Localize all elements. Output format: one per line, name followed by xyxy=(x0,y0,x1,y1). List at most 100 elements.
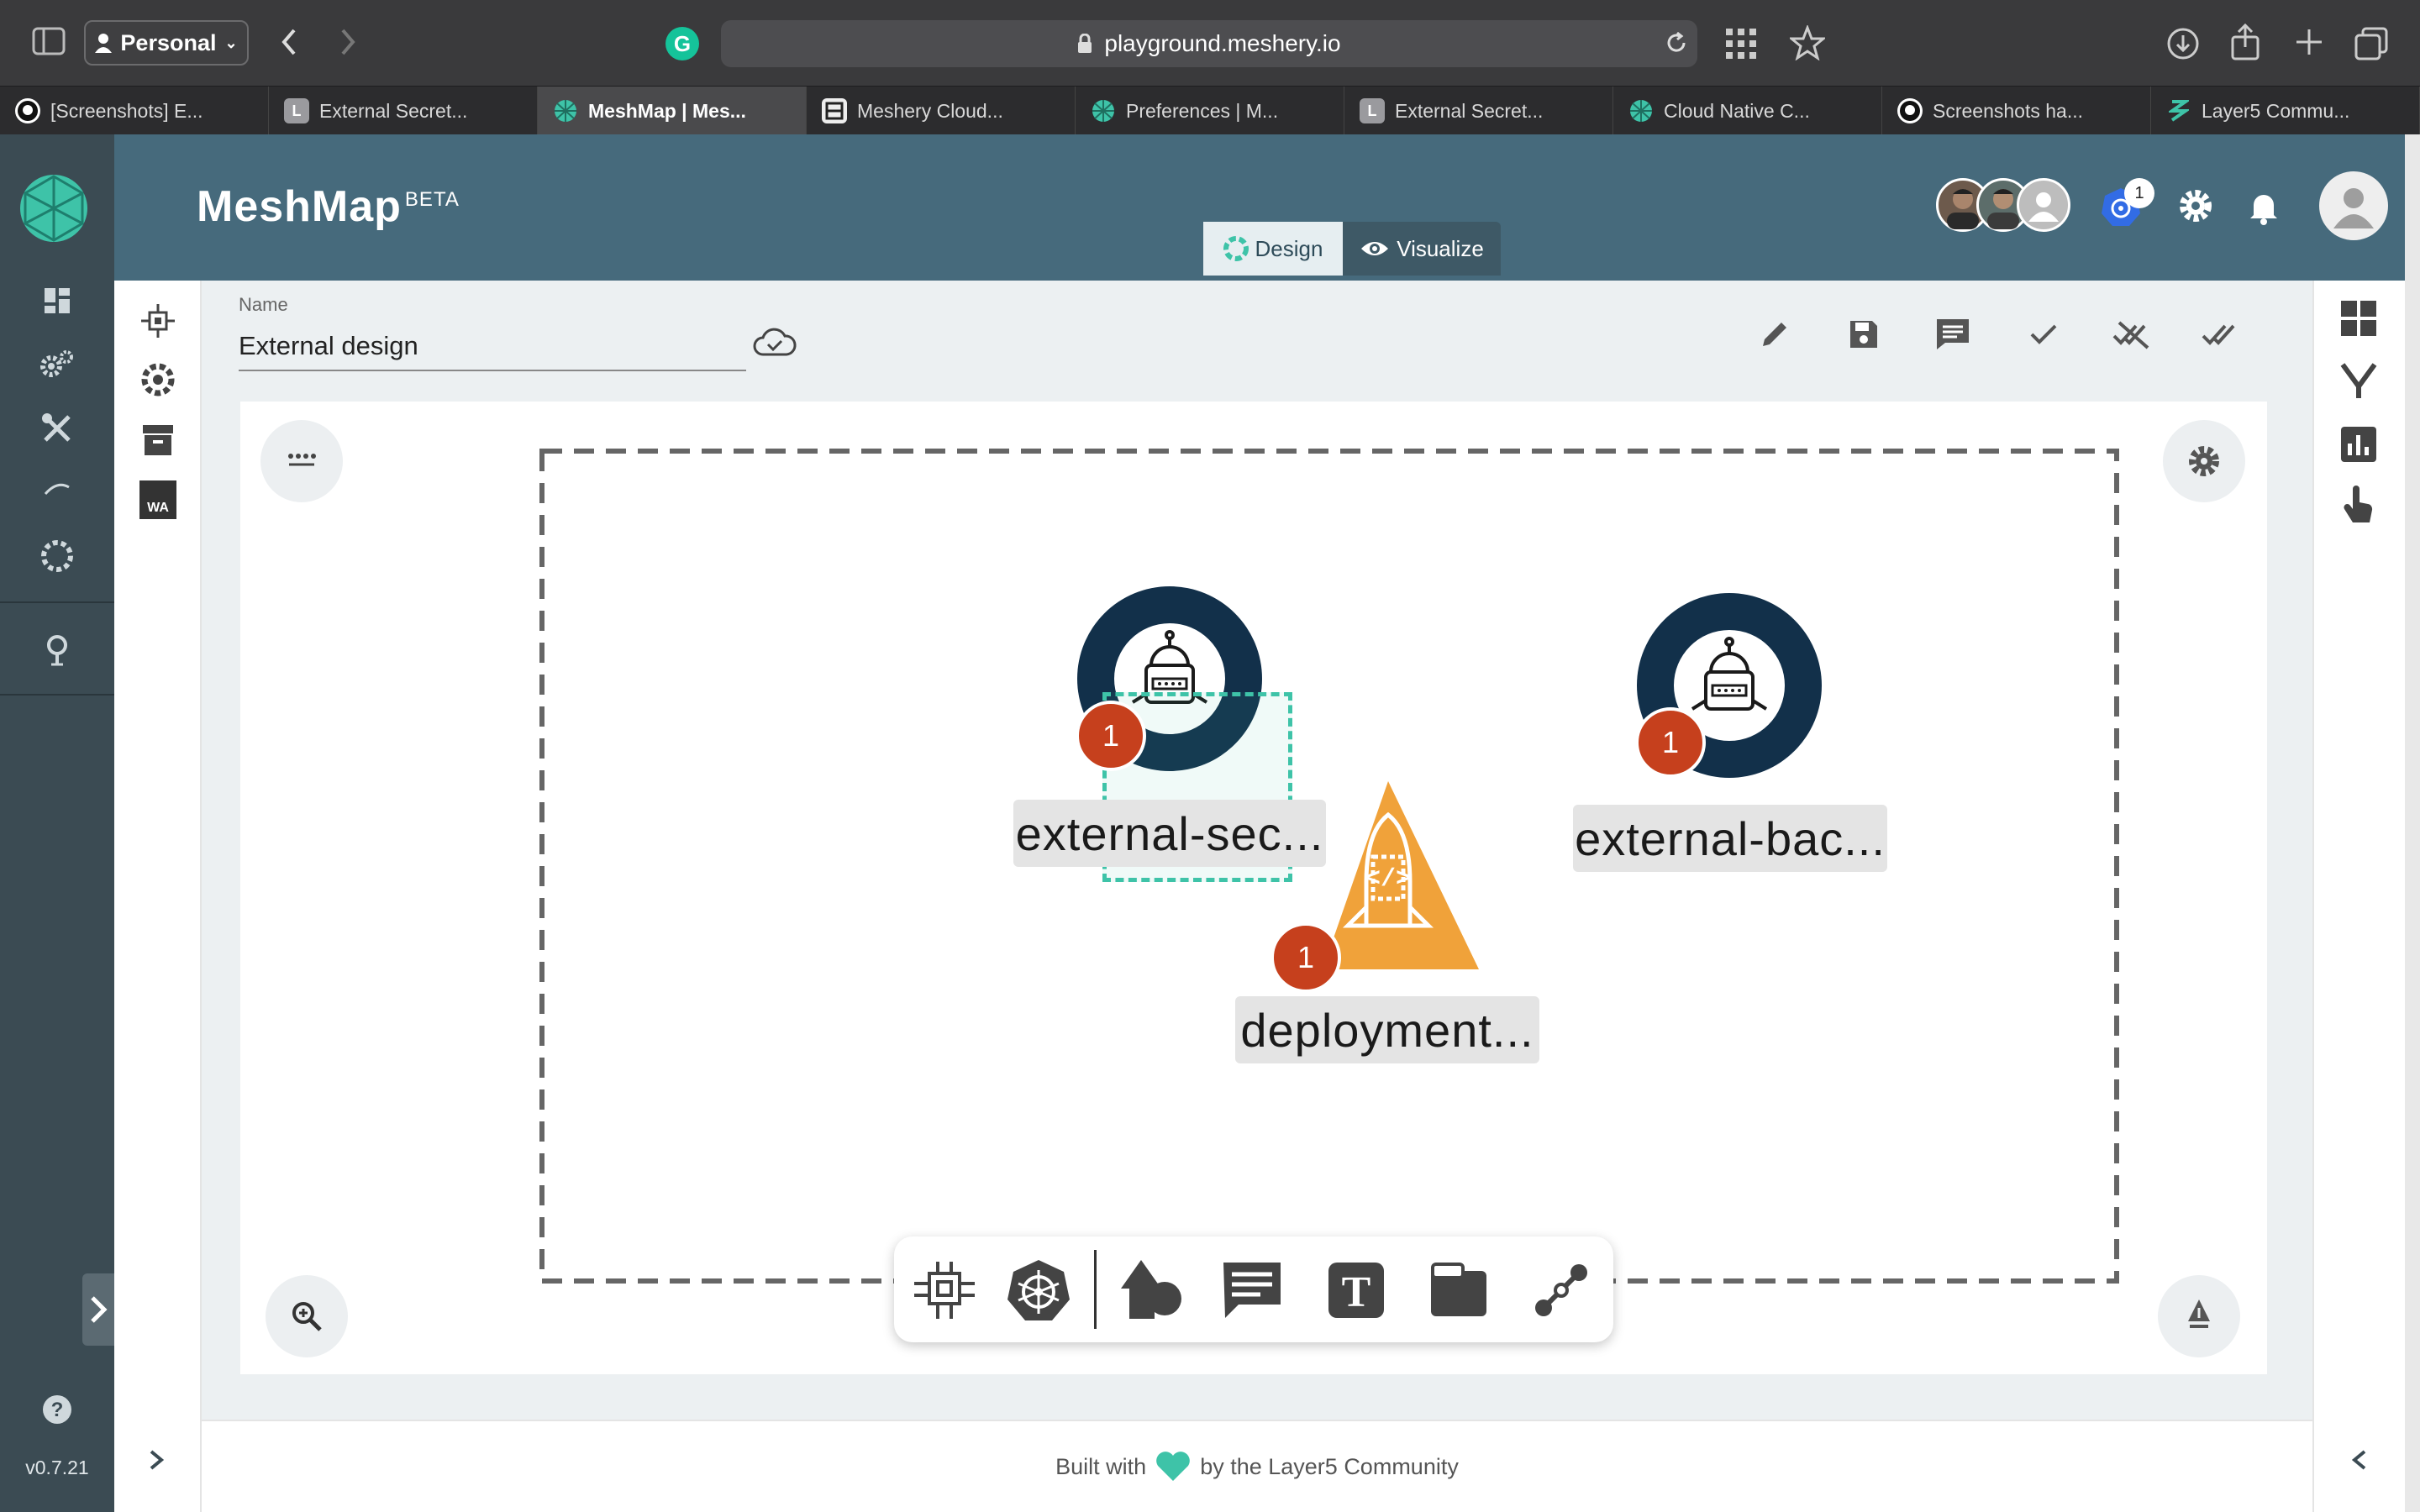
error-count-badge[interactable]: 1 xyxy=(1635,707,1706,778)
tab-screenshots-2[interactable]: Screenshots ha... xyxy=(1882,87,2151,135)
edit-pencil-icon[interactable] xyxy=(1751,311,1798,358)
metrics-chart-icon[interactable] xyxy=(2339,425,2378,464)
zoom-button[interactable] xyxy=(266,1275,348,1357)
layers-toggle-button[interactable] xyxy=(260,420,343,502)
meshery-icon xyxy=(553,98,578,123)
performance-icon[interactable] xyxy=(34,465,81,512)
beta-badge: BETA xyxy=(404,187,460,211)
shapes-tool-icon[interactable] xyxy=(1118,1257,1185,1324)
profile-button[interactable]: Personal ⌄ xyxy=(84,20,249,66)
save-icon[interactable] xyxy=(1840,311,1887,358)
mode-toggle: Design Visualize xyxy=(1203,222,1501,276)
app-title: MeshMap BETA xyxy=(197,181,460,232)
expand-nav-button[interactable] xyxy=(82,1273,114,1346)
pen-tool-button[interactable] xyxy=(2158,1275,2240,1357)
interactive-pointer-icon[interactable] xyxy=(2341,486,2375,526)
person-icon xyxy=(2333,188,2374,228)
tab-meshery-cloud[interactable]: Meshery Cloud... xyxy=(807,87,1076,135)
design-icon xyxy=(1223,236,1249,261)
forward-icon[interactable] xyxy=(336,25,360,59)
chevron-down-icon: ⌄ xyxy=(224,34,238,51)
tab-meshmap[interactable]: MeshMap | Mes... xyxy=(538,87,807,135)
footer-suffix: by the Layer5 Community xyxy=(1200,1453,1459,1479)
design-canvas[interactable] xyxy=(240,402,2267,1374)
connector-tool-icon[interactable] xyxy=(1528,1257,1595,1324)
design-toggle-button[interactable]: Design xyxy=(1203,222,1343,276)
section-frame-tool-icon[interactable] xyxy=(1425,1257,1492,1324)
canvas-settings-button[interactable] xyxy=(2163,420,2245,502)
pen-icon xyxy=(2188,1299,2210,1328)
deployment-node[interactable]: </> xyxy=(1323,781,1482,971)
designs-icon[interactable] xyxy=(139,361,176,398)
comment-icon[interactable] xyxy=(1929,311,1976,358)
error-count-badge[interactable]: 1 xyxy=(1270,922,1341,993)
tab-external-secrets-1[interactable]: L External Secret... xyxy=(269,87,538,135)
grammarly-icon[interactable]: G xyxy=(664,25,701,62)
tab-screenshots-github[interactable]: [Screenshots] E... xyxy=(0,87,269,135)
cloud-sync-icon[interactable] xyxy=(751,326,797,360)
bookmark-star-icon[interactable] xyxy=(1790,25,1825,60)
meshery-icon xyxy=(1091,98,1116,123)
tab-overview-icon[interactable] xyxy=(2354,27,2388,60)
collapse-right-button[interactable] xyxy=(2343,1443,2376,1477)
help-icon[interactable]: ? xyxy=(34,1386,81,1433)
design-toolbar-dock: T xyxy=(894,1236,1613,1342)
settings-gear-icon[interactable] xyxy=(2176,186,2215,225)
comment-tool-icon[interactable] xyxy=(1218,1257,1286,1324)
share-icon[interactable] xyxy=(2230,24,2260,60)
kubernetes-tool-icon[interactable] xyxy=(1005,1257,1072,1324)
configuration-tools-icon[interactable] xyxy=(34,405,81,452)
apps-grid-icon[interactable] xyxy=(1724,27,1758,60)
zoom-in-icon xyxy=(292,1302,322,1331)
dashboard-grid-icon[interactable] xyxy=(2339,299,2378,338)
nav-divider xyxy=(0,601,114,603)
lifecycle-gears-icon[interactable] xyxy=(34,341,81,388)
app-title-text: MeshMap xyxy=(197,182,402,231)
layout-branch-icon[interactable] xyxy=(2339,361,2378,400)
address-bar[interactable]: playground.meshery.io xyxy=(721,20,1697,67)
dashboard-icon[interactable] xyxy=(34,277,81,324)
design-name-input[interactable]: External design xyxy=(239,324,746,371)
tab-external-secrets-2[interactable]: L External Secret... xyxy=(1344,87,1613,135)
node-label[interactable]: external-bac... xyxy=(1573,805,1887,872)
validate-check-icon[interactable] xyxy=(2020,311,2067,358)
back-icon[interactable] xyxy=(277,25,301,59)
new-tab-icon[interactable] xyxy=(2294,27,2324,57)
sidebar-toggle-icon[interactable] xyxy=(32,27,66,55)
components-tool-icon[interactable] xyxy=(911,1257,978,1324)
tab-label: Cloud Native C... xyxy=(1664,99,1810,122)
extensions-icon[interactable] xyxy=(34,533,81,580)
download-icon[interactable] xyxy=(2166,27,2200,60)
dots-grid-icon xyxy=(288,454,316,466)
archive-icon[interactable] xyxy=(139,422,176,459)
reload-icon[interactable] xyxy=(1664,30,1689,55)
design-label: Design xyxy=(1255,235,1323,261)
eye-icon xyxy=(1360,239,1390,259)
undeploy-icon[interactable] xyxy=(2109,311,2156,358)
expand-tools-button[interactable] xyxy=(139,1443,173,1477)
tab-label: [Screenshots] E... xyxy=(50,99,203,122)
node-label[interactable]: external-sec... xyxy=(1013,800,1326,867)
tab-layer5-community[interactable]: Layer5 Commu... xyxy=(2151,87,2420,135)
location-pin-icon[interactable] xyxy=(34,627,81,674)
svg-text:T: T xyxy=(1342,1268,1371,1316)
node-label[interactable]: deployment... xyxy=(1235,996,1539,1063)
notifications-bell-icon[interactable] xyxy=(2247,188,2281,225)
tab-bar: [Screenshots] E... L External Secret... … xyxy=(0,86,2420,135)
url-text: playground.meshery.io xyxy=(1104,30,1341,56)
letter-l-icon: L xyxy=(284,98,309,123)
collaborator-avatar[interactable] xyxy=(2017,178,2070,232)
meshery-logo[interactable] xyxy=(18,173,89,244)
wasm-icon[interactable]: WA xyxy=(139,480,176,519)
deploy-double-check-icon[interactable] xyxy=(2198,311,2245,358)
text-tool-icon[interactable]: T xyxy=(1323,1257,1390,1324)
user-avatar[interactable] xyxy=(2319,171,2388,240)
tab-cloud-native[interactable]: Cloud Native C... xyxy=(1613,87,1882,135)
tab-preferences[interactable]: Preferences | M... xyxy=(1076,87,1344,135)
error-count-badge[interactable]: 1 xyxy=(1076,701,1146,771)
visualize-toggle-button[interactable]: Visualize xyxy=(1343,222,1501,276)
tab-label: Meshery Cloud... xyxy=(857,99,1003,122)
chevron-right-icon xyxy=(150,1450,165,1470)
components-icon[interactable] xyxy=(139,302,176,339)
page-scrollbar[interactable] xyxy=(2405,134,2420,1512)
